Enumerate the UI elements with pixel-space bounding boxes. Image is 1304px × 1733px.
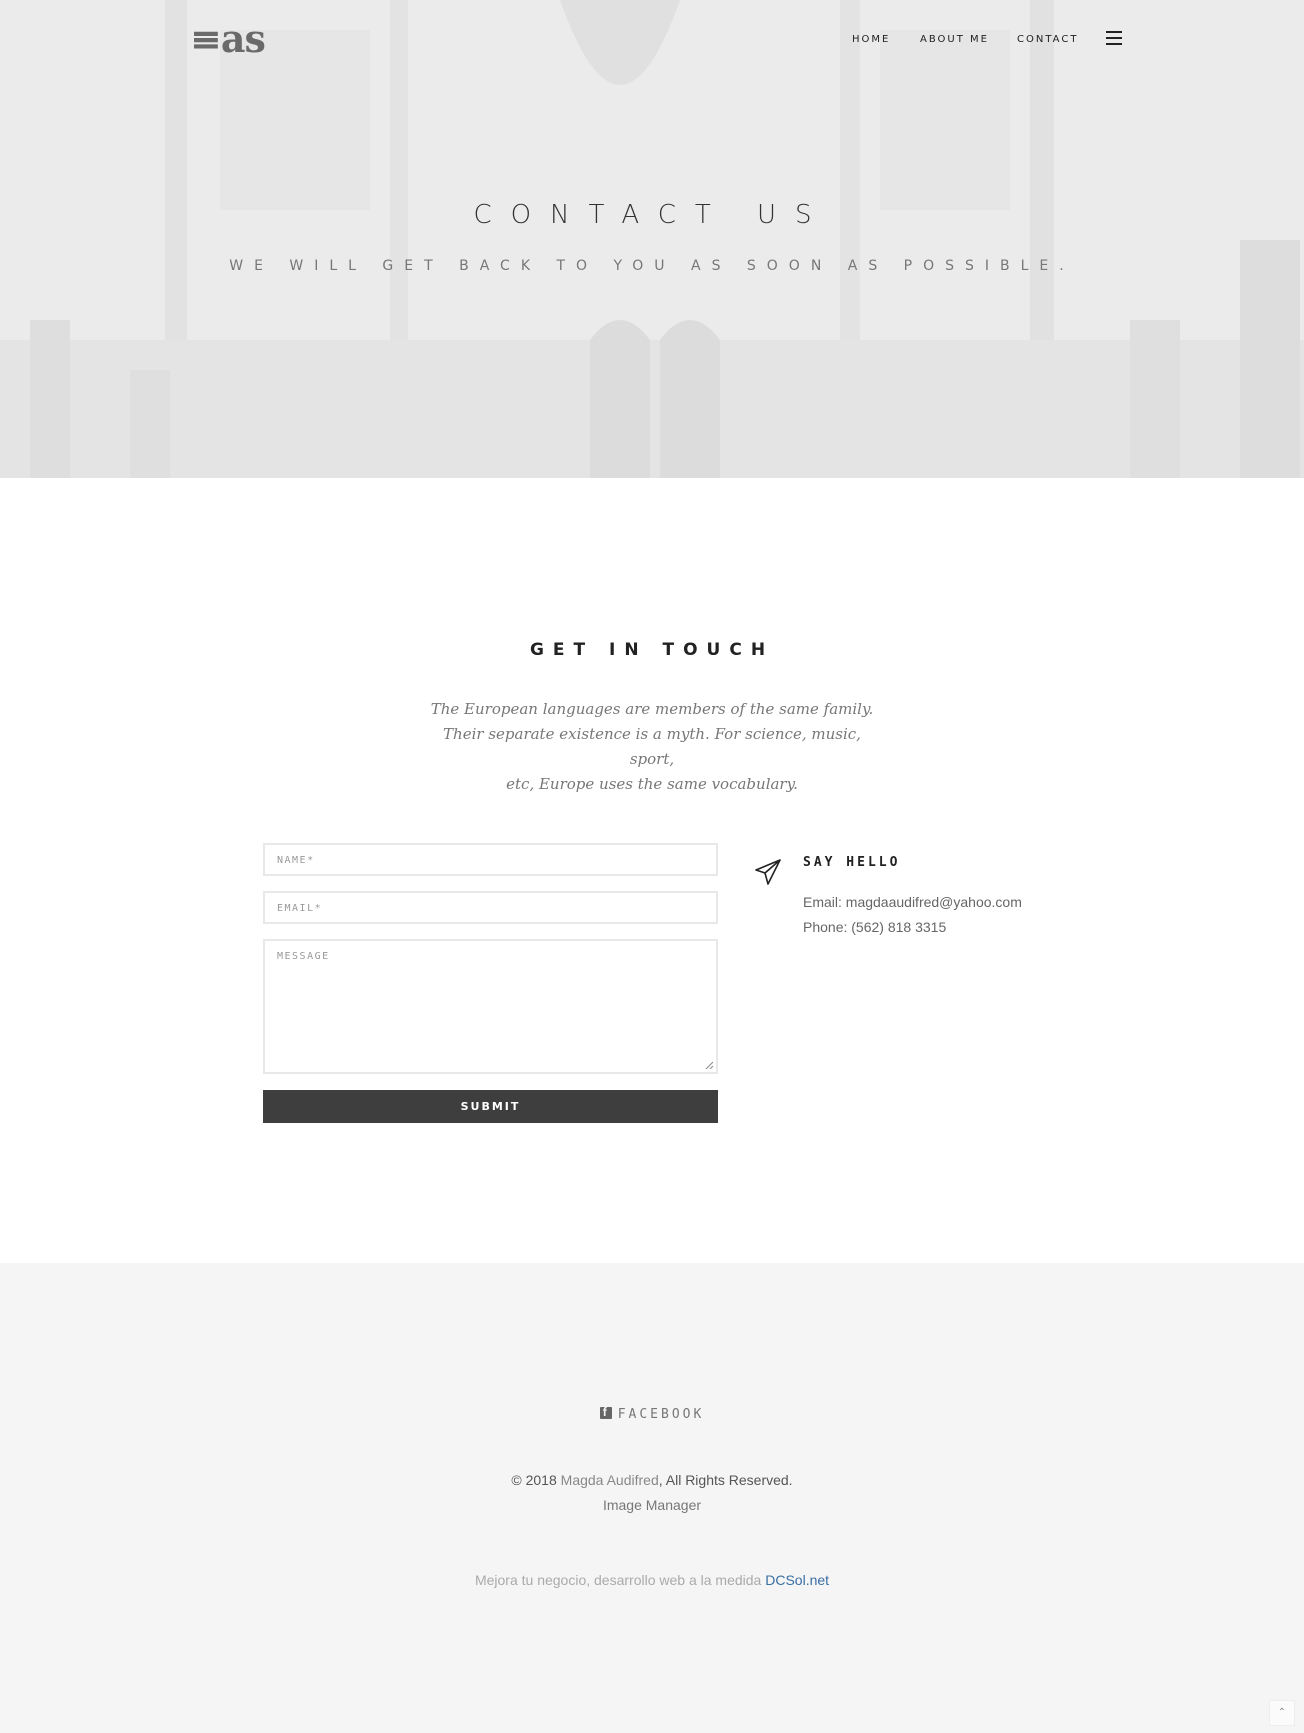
page-title: CONTACT US: [473, 200, 831, 230]
intro-line: etc, Europe uses the same vocabulary.: [506, 775, 798, 793]
nav-item-contact[interactable]: CONTACT: [1017, 34, 1078, 45]
email-field[interactable]: EMAIL*: [263, 891, 718, 924]
site-footer: FACEBOOK © 2018 Magda Audifred, All Righ…: [0, 1263, 1304, 1733]
nav-item-about-me[interactable]: ABOUT ME: [920, 34, 989, 45]
site-logo[interactable]: ≡as: [190, 18, 266, 60]
message-placeholder: MESSAGE: [277, 951, 330, 962]
double-chevron-up-icon[interactable]: ⌃: [1269, 1700, 1295, 1726]
resize-handle-icon[interactable]: [705, 1061, 713, 1069]
facebook-link[interactable]: FACEBOOK: [0, 1405, 1304, 1422]
paper-plane-icon: [755, 859, 781, 885]
promo-label: Mejora tu negocio, desarrollo web a la m…: [474, 1572, 766, 1588]
copyright-owner-link[interactable]: Magda Audifred: [561, 1472, 659, 1488]
promo-text: Mejora tu negocio, desarrollo web a la m…: [0, 1572, 1304, 1588]
message-field[interactable]: MESSAGE: [263, 939, 718, 1074]
facebook-label: FACEBOOK: [617, 1407, 705, 1422]
page-subtitle: WE WILL GET BACK TO YOU AS SOON AS POSSI…: [229, 258, 1075, 274]
section-title: GET IN TOUCH: [529, 640, 775, 660]
intro-line: Their separate existence is a myth. For …: [443, 725, 861, 768]
contact-email: Email: magdaaudifred@yahoo.com: [803, 894, 1022, 910]
hero-banner: ≡as HOME ABOUT ME CONTACT CONTACT US WE …: [0, 0, 1304, 478]
say-hello-title: SAY HELLO: [803, 855, 901, 870]
hamburger-icon[interactable]: [1106, 31, 1122, 45]
copyright-suffix: , All Rights Reserved.: [658, 1472, 793, 1488]
nav-item-home[interactable]: HOME: [852, 34, 890, 45]
submit-button[interactable]: SUBMIT: [263, 1090, 718, 1123]
hero-background-illustration: [0, 0, 1304, 478]
intro-text: The European languages are members of th…: [420, 697, 884, 797]
intro-line: The European languages are members of th…: [430, 700, 874, 718]
facebook-icon: [599, 1405, 612, 1419]
image-manager-link[interactable]: Image Manager: [0, 1497, 1304, 1513]
copyright-prefix: © 2018: [511, 1472, 561, 1488]
contact-phone: Phone: (562) 818 3315: [803, 919, 947, 935]
dcsol-link[interactable]: DCSol.net: [765, 1572, 829, 1588]
name-field[interactable]: NAME*: [263, 843, 718, 876]
copyright: © 2018 Magda Audifred, All Rights Reserv…: [0, 1472, 1304, 1488]
